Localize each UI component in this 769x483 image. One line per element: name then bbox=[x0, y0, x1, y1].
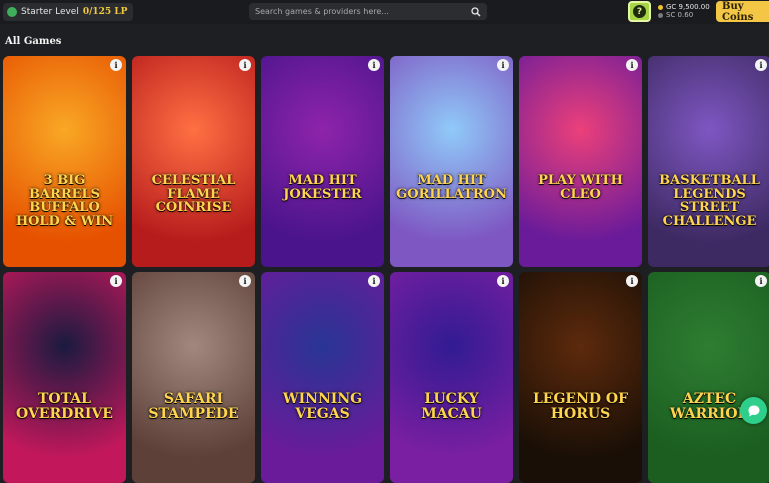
game-artwork bbox=[132, 272, 255, 483]
game-title: SAFARI STAMPEDE bbox=[148, 391, 239, 422]
info-icon[interactable]: i bbox=[368, 275, 380, 287]
game-title: LEGEND OF HORUS bbox=[532, 391, 629, 422]
info-icon[interactable]: i bbox=[368, 59, 380, 71]
info-icon[interactable]: i bbox=[497, 59, 509, 71]
level-icon bbox=[7, 7, 17, 17]
game-tile[interactable]: AZTEC WARRIOR i bbox=[648, 272, 769, 483]
info-icon[interactable]: i bbox=[755, 59, 767, 71]
game-tile[interactable]: LEGEND OF HORUS i bbox=[519, 272, 642, 483]
game-tile[interactable]: BASKETBALL LEGENDS STREET CHALLENGE i bbox=[648, 56, 769, 267]
level-lp: 0/125 LP bbox=[82, 7, 128, 17]
game-tile[interactable]: MAD HIT JOKESTER i bbox=[261, 56, 384, 267]
game-tile[interactable]: WINNING VEGAS i bbox=[261, 272, 384, 483]
game-artwork bbox=[390, 272, 513, 483]
chat-icon bbox=[748, 405, 759, 416]
game-artwork bbox=[519, 56, 642, 267]
search-icon[interactable] bbox=[471, 6, 481, 17]
game-tile[interactable]: MAD HIT GORILLATRON i bbox=[390, 56, 513, 267]
game-title: TOTAL OVERDRIVE bbox=[16, 391, 113, 422]
info-icon[interactable]: i bbox=[755, 275, 767, 287]
help-icon: ? bbox=[633, 5, 646, 18]
game-title: LUCKY MACAU bbox=[421, 391, 482, 422]
game-artwork bbox=[648, 272, 769, 483]
game-title: BASKETBALL LEGENDS STREET CHALLENGE bbox=[659, 173, 760, 229]
section-title: All Games bbox=[5, 36, 62, 47]
sc-balance: SC 0.60 bbox=[666, 11, 694, 19]
game-artwork bbox=[390, 56, 513, 267]
search-input[interactable] bbox=[255, 7, 471, 16]
game-title: PLAY WITH CLEO bbox=[538, 173, 623, 202]
search-bar bbox=[249, 3, 487, 20]
game-title: 3 BIG BARRELS BUFFALO HOLD & WIN bbox=[15, 173, 114, 229]
level-label: Starter Level bbox=[21, 7, 79, 17]
coin-balances[interactable]: GC 9,500.00 SC 0.60 bbox=[658, 3, 710, 19]
game-tile[interactable]: 3 BIG BARRELS BUFFALO HOLD & WIN i bbox=[3, 56, 126, 267]
info-icon[interactable]: i bbox=[626, 59, 638, 71]
game-tile[interactable]: SAFARI STAMPEDE i bbox=[132, 272, 255, 483]
game-artwork bbox=[261, 56, 384, 267]
buy-coins-button[interactable]: Buy Coins bbox=[716, 1, 769, 23]
info-icon[interactable]: i bbox=[239, 275, 251, 287]
game-tile[interactable]: TOTAL OVERDRIVE i bbox=[3, 272, 126, 483]
gc-balance: GC 9,500.00 bbox=[666, 3, 710, 11]
game-tile[interactable]: LUCKY MACAU i bbox=[390, 272, 513, 483]
help-button[interactable]: ? bbox=[628, 1, 651, 22]
game-artwork bbox=[648, 56, 769, 267]
game-title: WINNING VEGAS bbox=[282, 391, 363, 422]
game-title: MAD HIT GORILLATRON bbox=[396, 173, 507, 202]
info-icon[interactable]: i bbox=[239, 59, 251, 71]
sweeps-coin-icon bbox=[658, 12, 663, 18]
gold-coin-icon bbox=[658, 4, 663, 10]
info-icon[interactable]: i bbox=[626, 275, 638, 287]
level-progress[interactable]: Starter Level 0/125 LP bbox=[3, 3, 134, 21]
game-artwork bbox=[132, 56, 255, 267]
info-icon[interactable]: i bbox=[110, 59, 122, 71]
game-tile[interactable]: CELESTIAL FLAME COINRISE i bbox=[132, 56, 255, 267]
game-artwork bbox=[3, 272, 126, 483]
info-icon[interactable]: i bbox=[497, 275, 509, 287]
info-icon[interactable]: i bbox=[110, 275, 122, 287]
game-title: MAD HIT JOKESTER bbox=[283, 173, 362, 202]
top-bar: Starter Level 0/125 LP ? GC 9,500.00 SC … bbox=[0, 0, 769, 24]
game-title: CELESTIAL FLAME COINRISE bbox=[151, 173, 236, 216]
game-artwork bbox=[261, 272, 384, 483]
game-artwork bbox=[3, 56, 126, 267]
game-artwork bbox=[519, 272, 642, 483]
game-tile[interactable]: PLAY WITH CLEO i bbox=[519, 56, 642, 267]
chat-button[interactable] bbox=[740, 397, 767, 424]
